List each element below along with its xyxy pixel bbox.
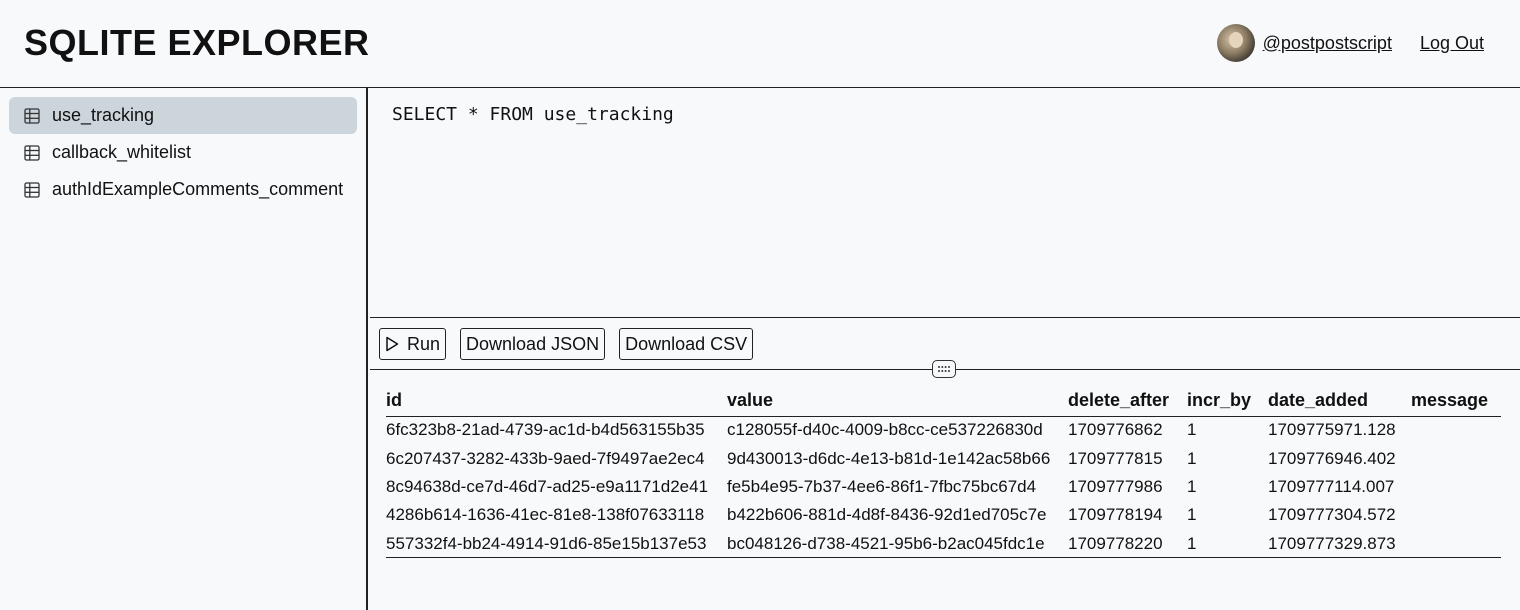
sidebar-item-use-tracking[interactable]: use_tracking [9, 97, 357, 134]
cell-date-added: 1709776946.402 [1268, 448, 1396, 468]
cell-date-added: 1709777114.007 [1268, 476, 1395, 496]
column-header-delete-after[interactable]: delete_after [1068, 386, 1187, 417]
cell-message [1411, 444, 1501, 472]
table-icon [24, 107, 40, 124]
cell-delete-after: 1709777986 [1068, 476, 1163, 496]
run-button[interactable]: Run [379, 328, 447, 360]
cell-message [1411, 473, 1501, 501]
cell-date-added: 1709777329.873 [1268, 529, 1411, 559]
table-icon [24, 144, 40, 161]
cell-incr-by: 1 [1187, 448, 1197, 468]
cell-value: 9d430013-d6dc-4e13-b81d-1e142ac58b66 [727, 448, 1051, 468]
cell-delete-after: 1709778194 [1068, 505, 1163, 525]
cell-value: fe5b4e95-7b37-4ee6-86f1-7fbc75bc67d4 [727, 476, 1037, 496]
cell-date-added: 1709775971.128 [1268, 420, 1396, 440]
sql-editor[interactable]: SELECT * FROM use_tracking [370, 88, 1520, 318]
cell-value: c128055f-d40c-4009-b8cc-ce537226830d [727, 420, 1043, 440]
cell-incr-by: 1 [1187, 476, 1197, 496]
download-json-button[interactable]: Download JSON [460, 328, 606, 360]
avatar[interactable] [1216, 24, 1255, 62]
cell-date-added: 1709777304.572 [1268, 505, 1396, 525]
cell-incr-by: 1 [1187, 505, 1197, 525]
sidebar: use_tracking callback_whitelist authIdEx… [0, 88, 368, 610]
table-row: 4286b614-1636-41ec-81e8-138f07633118 b42… [386, 501, 1501, 529]
cell-message [1411, 416, 1501, 444]
cell-id: 6c207437-3282-433b-9aed-7f9497ae2ec4 [386, 448, 705, 468]
username-link[interactable]: @postpostscript [1263, 33, 1392, 54]
column-header-message[interactable]: message [1411, 386, 1501, 417]
cell-delete-after: 1709778220 [1068, 529, 1187, 559]
table-row: 8c94638d-ce7d-46d7-ad25-e9a1171d2e41 fe5… [386, 473, 1501, 501]
app-title: SQLITE EXPLORER [24, 22, 370, 63]
cell-incr-by: 1 [1187, 420, 1197, 440]
table-row: 557332f4-bb24-4914-91d6-85e15b137e53 bc0… [386, 529, 1501, 559]
sql-query-text[interactable]: SELECT * FROM use_tracking [392, 104, 1498, 125]
cell-id: 557332f4-bb24-4914-91d6-85e15b137e53 [386, 529, 727, 559]
cell-delete-after: 1709777815 [1068, 448, 1163, 468]
sidebar-item-label: callback_whitelist [52, 142, 192, 162]
cell-id: 8c94638d-ce7d-46d7-ad25-e9a1171d2e41 [386, 476, 709, 496]
sidebar-item-label: use_tracking [52, 105, 155, 125]
user-area: @postpostscript Log Out [1216, 24, 1484, 62]
query-toolbar: Run Download JSON Download CSV [379, 328, 754, 360]
drag-handle-icon[interactable] [932, 360, 956, 378]
cell-message [1411, 529, 1501, 559]
table-icon [24, 181, 40, 198]
column-header-value[interactable]: value [727, 386, 1068, 417]
cell-value: bc048126-d738-4521-95b6-b2ac045fdc1e [727, 529, 1068, 559]
column-header-id[interactable]: id [386, 386, 727, 417]
cell-message [1411, 501, 1501, 529]
main-panel: SELECT * FROM use_tracking Run Download … [370, 88, 1520, 610]
logout-link[interactable]: Log Out [1420, 33, 1484, 54]
sidebar-item-authidexamplecomments-comment[interactable]: authIdExampleComments_comment [9, 171, 357, 208]
run-label: Run [407, 333, 441, 354]
results-panel: id value delete_after incr_by date_added… [386, 386, 1501, 559]
results-table: id value delete_after incr_by date_added… [386, 386, 1501, 559]
column-header-date-added[interactable]: date_added [1268, 386, 1411, 417]
sidebar-item-callback-whitelist[interactable]: callback_whitelist [9, 134, 357, 171]
cell-value: b422b606-881d-4d8f-8436-92d1ed705c7e [727, 505, 1047, 525]
cell-id: 4286b614-1636-41ec-81e8-138f07633118 [386, 505, 705, 525]
cell-delete-after: 1709776862 [1068, 420, 1163, 440]
table-row: 6c207437-3282-433b-9aed-7f9497ae2ec4 9d4… [386, 444, 1501, 472]
table-row: 6fc323b8-21ad-4739-ac1d-b4d563155b35 c12… [386, 416, 1501, 444]
column-header-incr-by[interactable]: incr_by [1187, 386, 1268, 417]
app-header: SQLITE EXPLORER @postpostscript Log Out [0, 0, 1520, 88]
table-header-row: id value delete_after incr_by date_added… [386, 386, 1501, 417]
sidebar-item-label: authIdExampleComments_comment [52, 179, 344, 199]
cell-incr-by: 1 [1187, 529, 1268, 559]
play-icon [385, 336, 399, 352]
download-csv-button[interactable]: Download CSV [619, 328, 754, 360]
cell-id: 6fc323b8-21ad-4739-ac1d-b4d563155b35 [386, 420, 705, 440]
